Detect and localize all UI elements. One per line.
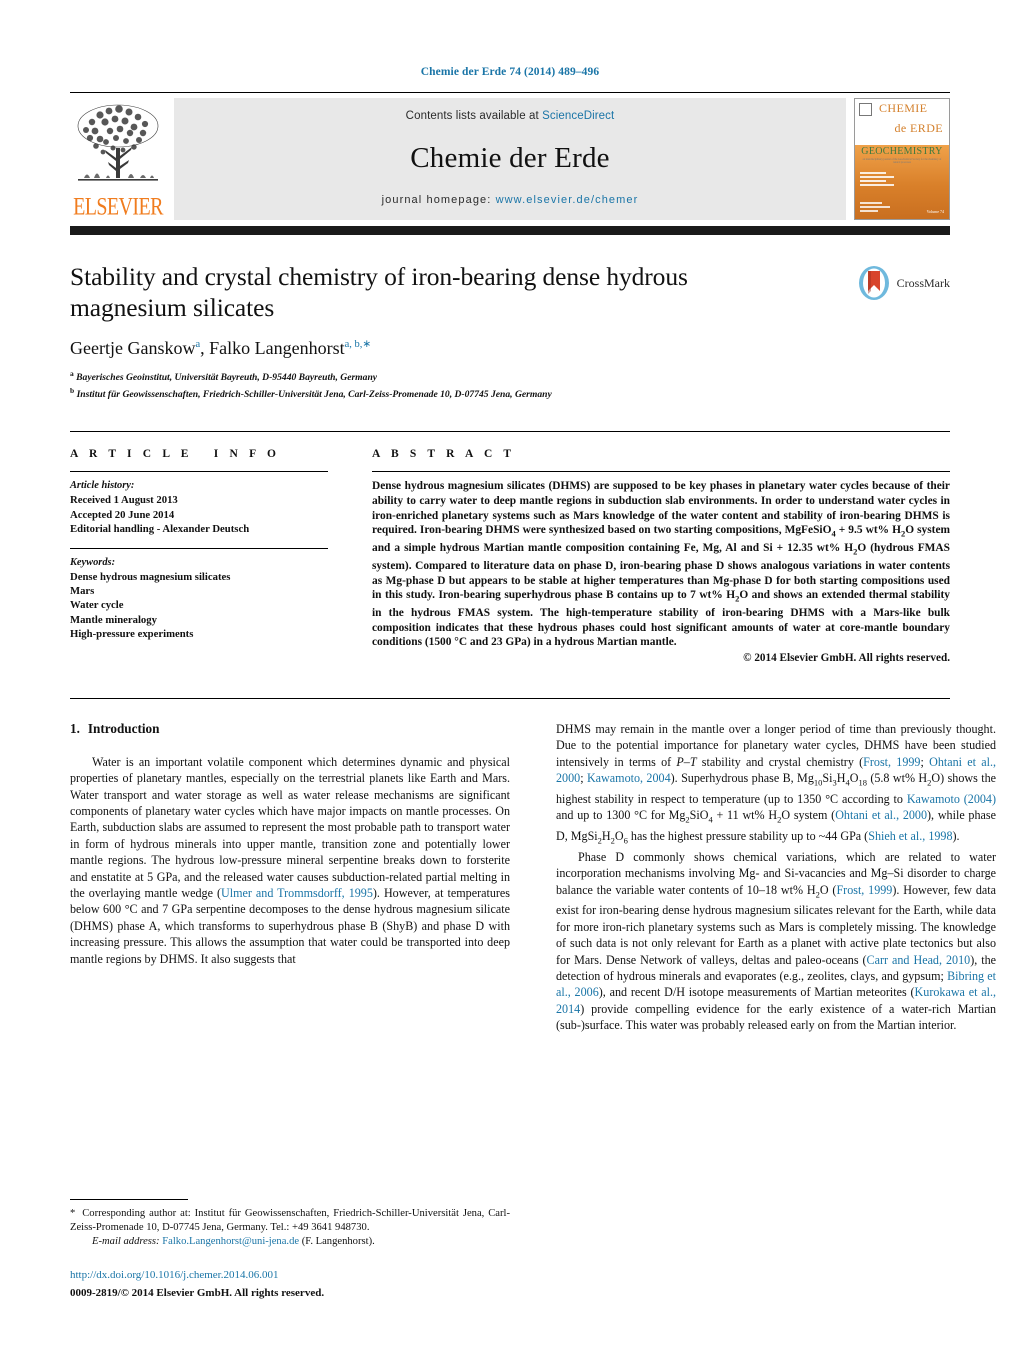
cover-elsevier-box-icon — [859, 103, 872, 116]
homepage-prefix: journal homepage: — [381, 194, 492, 206]
keywords-rule — [70, 547, 328, 549]
section-number: 1. — [70, 720, 80, 736]
journal-title: Chemie der Erde — [410, 141, 610, 174]
affiliation-a: a Bayerisches Geoinstitut, Universität B… — [70, 368, 950, 385]
article-body: 1. Introduction Water is an important vol… — [70, 697, 996, 1301]
author-1-affiliation-mark: a — [195, 339, 201, 350]
article-history-label: Article history: — [70, 480, 135, 492]
corresponding-author-mark[interactable]: ∗ — [362, 339, 371, 350]
elsevier-wordmark: ELSEVIER — [73, 193, 163, 221]
keyword-item: Mantle mineralogy — [70, 613, 157, 626]
page-title: Stability and crystal chemistry of iron-… — [70, 262, 688, 322]
affiliation-a-mark: a — [70, 369, 74, 378]
email-label: E-mail address: — [92, 1236, 160, 1248]
author-2-affiliation-mark: a, b, — [344, 339, 363, 350]
title-block: CrossMark Stability and crystal chemistr… — [70, 261, 950, 401]
article-info-column: A R T I C L E I N F O Article history: R… — [70, 448, 328, 663]
citation-ohtani-2000-b[interactable]: Ohtani et al., 2000 — [835, 808, 927, 822]
citation-shieh-1998[interactable]: Shieh et al., 1998 — [868, 829, 952, 843]
doi-block: http://dx.doi.org/10.1016/j.chemer.2014.… — [70, 1268, 510, 1301]
section-heading-introduction: 1. Introduction — [70, 721, 510, 737]
paragraph-intro-3: Phase D commonly shows chemical variatio… — [556, 849, 996, 1033]
affiliation-a-text: Bayerisches Geoinstitut, Universität Bay… — [76, 372, 378, 384]
affiliation-b-text: Institut für Geowissenschaften, Friedric… — [76, 388, 552, 400]
section-title: Introduction — [87, 720, 160, 736]
author-name-2: Falko Langenhorst — [209, 338, 345, 358]
citation-frost-1999-b[interactable]: Frost, 1999 — [836, 883, 892, 897]
contents-lists-line: Contents lists available at ScienceDirec… — [406, 110, 615, 122]
affiliation-b: b Institut für Geowissenschaften, Friedr… — [70, 385, 950, 402]
keyword-item: Water cycle — [70, 599, 124, 612]
cover-title-line1: CHEMIE — [879, 101, 928, 115]
keywords-label: Keywords: — [70, 556, 116, 568]
journal-banner: Contents lists available at ScienceDirec… — [174, 98, 846, 220]
cover-title-line2: de ERDE — [894, 121, 943, 135]
citation-frost-1999[interactable]: Frost, 1999 — [863, 755, 920, 769]
citation-kawamoto-2004-b[interactable]: Kawamoto (2004) — [907, 792, 996, 806]
cover-footer-right: Volume 74 — [926, 209, 944, 214]
journal-homepage-line: journal homepage: www.elsevier.de/chemer — [382, 194, 639, 206]
contents-prefix: Contents lists available at — [405, 110, 543, 122]
journal-cover-thumbnail[interactable]: CHEMIE de ERDE GEOCHEMISTRY an interdisc… — [854, 98, 950, 220]
running-head: Chemie der Erde 74 (2014) 489–496 — [420, 66, 600, 78]
author-name-1: Geertje Ganskow — [70, 338, 196, 358]
body-left-column: 1. Introduction Water is an important vol… — [70, 721, 510, 1301]
affiliation-b-mark: b — [70, 385, 75, 395]
citation-carr-head-2010[interactable]: Carr and Head, 2010 — [867, 953, 971, 967]
cover-footer-left — [860, 202, 890, 214]
paragraph-intro-1: Water is an important volatile component… — [70, 754, 510, 966]
doi-link[interactable]: http://dx.doi.org/10.1016/j.chemer.2014.… — [70, 1268, 510, 1283]
issn-copyright-line: 0009-2819/© 2014 Elsevier GmbH. All righ… — [70, 1286, 325, 1299]
footnote-star: * — [70, 1207, 76, 1219]
crossmark-badge[interactable]: CrossMark — [856, 265, 950, 301]
left-column-inner: 1. Introduction Water is an important vol… — [70, 721, 510, 1301]
paragraph-intro-2: DHMS may remain in the mantle over a lon… — [556, 721, 996, 846]
corresponding-author-tel: Tel.: +49 3641 948730. — [270, 1221, 370, 1233]
journal-homepage-link[interactable]: www.elsevier.de/chemer — [496, 194, 639, 206]
abstract-heading: A B S T R A C T — [372, 448, 516, 461]
keyword-item: Dense hydrous magnesium silicates — [70, 570, 231, 583]
sciencedirect-link[interactable]: ScienceDirect — [542, 110, 614, 122]
email-note: E-mail address: Falko.Langenhorst@uni-je… — [70, 1235, 510, 1249]
masthead-black-bar — [70, 226, 950, 235]
journal-masthead: ELSEVIER Contents lists available at Sci… — [70, 92, 950, 220]
citation-kawamoto-2004[interactable]: Kawamoto, 2004 — [587, 771, 671, 785]
email-link[interactable]: Falko.Langenhorst@uni-jena.de — [162, 1236, 299, 1247]
affiliation-list: a Bayerisches Geoinstitut, Universität B… — [70, 368, 950, 401]
crossmark-label: CrossMark — [896, 275, 950, 290]
corresponding-author-note: * Corresponding author at: Institut für … — [70, 1207, 510, 1236]
keyword-item: High-pressure experiments — [70, 627, 194, 640]
article-info-rule — [70, 471, 328, 473]
elsevier-logo: ELSEVIER — [70, 98, 166, 220]
cover-footer: Volume 74 — [860, 202, 944, 214]
article-page: Chemie der Erde 74 (2014) 489–496 ELSEVI… — [0, 0, 1020, 1351]
author-list: Geertje Ganskowa, Falko Langenhorsta, b,… — [70, 338, 372, 358]
info-abstract-row: A R T I C L E I N F O Article history: R… — [70, 431, 951, 664]
crossmark-icon — [858, 266, 889, 300]
email-suffix: (F. Langenhorst). — [301, 1236, 375, 1248]
article-history-editorial: Editorial handling - Alexander Deutsch — [70, 522, 250, 535]
footnote-block: * Corresponding author at: Institut für … — [70, 1198, 510, 1301]
cover-top-white: CHEMIE de ERDE — [855, 99, 949, 145]
article-history-received: Received 1 August 2013 — [70, 494, 178, 507]
body-right-column: DHMS may remain in the mantle over a lon… — [556, 721, 996, 1301]
abstract-copyright: © 2014 Elsevier GmbH. All rights reserve… — [743, 651, 950, 664]
article-history-accepted: Accepted 20 June 2014 — [70, 508, 175, 521]
article-info-heading: A R T I C L E I N F O — [70, 448, 281, 461]
elsevier-tree-icon — [77, 104, 159, 181]
abstract-text: Dense hydrous magnesium silicates (DHMS)… — [372, 480, 951, 649]
cover-tagline: an interdisciplinary journal of the Geoc… — [862, 158, 942, 164]
cover-placeholder-lines — [855, 164, 949, 196]
cover-subtitle: GEOCHEMISTRY — [861, 146, 943, 157]
citation-kurokawa-2014[interactable]: Kurokawa et al., 2014 — [556, 985, 996, 1015]
footnote-rule — [70, 1198, 188, 1200]
abstract-rule — [372, 471, 950, 473]
citation-ulmer-trommsdorff-1995[interactable]: Ulmer and Trommsdorff, 1995 — [221, 886, 373, 900]
keyword-item: Mars — [70, 585, 95, 598]
abstract-column: A B S T R A C T Dense hydrous magnesium … — [372, 448, 951, 664]
